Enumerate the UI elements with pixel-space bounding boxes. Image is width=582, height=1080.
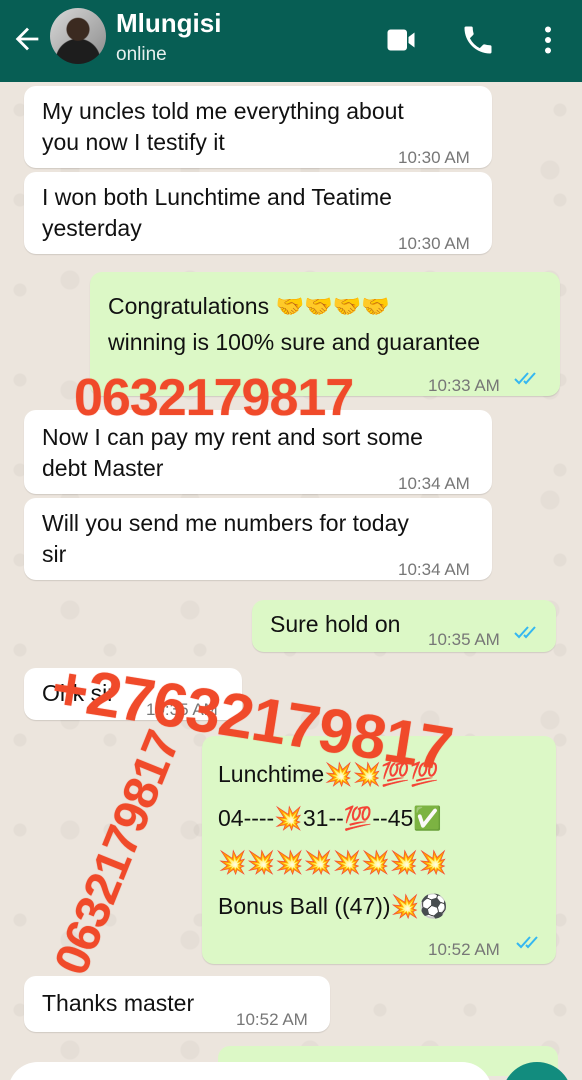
message-text: I won both Lunchtime and Teatime yesterd… — [42, 184, 392, 241]
message-time: 10:35 AM — [428, 630, 500, 649]
message-time: 10:30 AM — [398, 234, 470, 253]
read-receipt-icon — [514, 626, 536, 639]
message-time: 10:30 AM — [398, 148, 470, 167]
more-options-icon[interactable] — [530, 22, 566, 58]
message-time: 10:33 AM — [428, 376, 500, 395]
message-bubble-incoming[interactable]: I won both Lunchtime and Teatime yesterd… — [24, 172, 492, 254]
phone-number-watermark: 0632179817 — [74, 369, 354, 427]
back-arrow-icon[interactable] — [10, 22, 44, 56]
message-time: 10:34 AM — [398, 560, 470, 579]
message-text: Thanks master — [42, 990, 195, 1016]
message-text: Will you send me numbers for today sir — [42, 510, 409, 567]
message-text: Now I can pay my rent and sort some debt… — [42, 424, 423, 481]
read-receipt-icon — [514, 372, 536, 385]
message-time: 10:34 AM — [398, 474, 470, 493]
contact-name[interactable]: Mlungisi — [116, 8, 221, 39]
message-bubble-incoming[interactable]: Will you send me numbers for today sir 1… — [24, 498, 492, 580]
message-text: Sure hold on — [270, 611, 401, 637]
read-receipt-icon — [516, 936, 538, 949]
avatar[interactable] — [50, 8, 106, 64]
message-bubble-incoming[interactable]: Thanks master 10:52 AM — [24, 976, 330, 1032]
message-bubble-incoming[interactable]: My uncles told me everything about you n… — [24, 86, 492, 168]
chat-header: Mlungisi online — [0, 0, 582, 82]
phone-call-icon[interactable] — [460, 22, 496, 58]
message-time: 10:52 AM — [236, 1010, 308, 1029]
message-text: My uncles told me everything about you n… — [42, 98, 404, 155]
message-text: Congratulations 🤝🤝🤝🤝 winning is 100% sur… — [108, 293, 481, 355]
message-input-bar[interactable] — [8, 1062, 492, 1080]
contact-status: online — [116, 44, 167, 65]
video-call-icon[interactable] — [383, 22, 419, 58]
message-bubble-outgoing[interactable]: Sure hold on 10:35 AM — [252, 600, 556, 652]
message-time: 10:52 AM — [428, 940, 500, 959]
